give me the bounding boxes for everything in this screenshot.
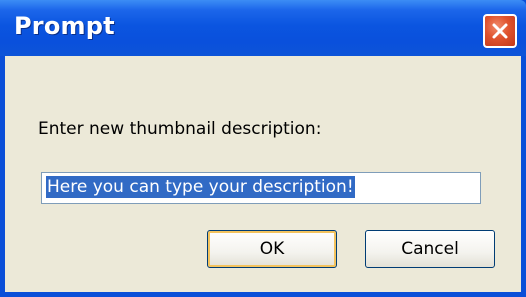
title-bar[interactable]: Prompt	[0, 0, 526, 56]
cancel-button[interactable]: Cancel	[365, 230, 495, 268]
input-selected-text: Here you can type your description!	[46, 176, 355, 198]
dialog-title: Prompt	[14, 12, 115, 40]
prompt-dialog: Prompt Enter new thumbnail description: …	[0, 0, 526, 297]
prompt-message: Enter new thumbnail description:	[38, 119, 322, 139]
description-input[interactable]: Here you can type your description!	[41, 172, 481, 204]
dialog-body: Enter new thumbnail description: Here yo…	[5, 56, 521, 292]
ok-button[interactable]: OK	[207, 230, 337, 268]
close-icon	[492, 23, 508, 39]
close-button[interactable]	[483, 14, 517, 48]
